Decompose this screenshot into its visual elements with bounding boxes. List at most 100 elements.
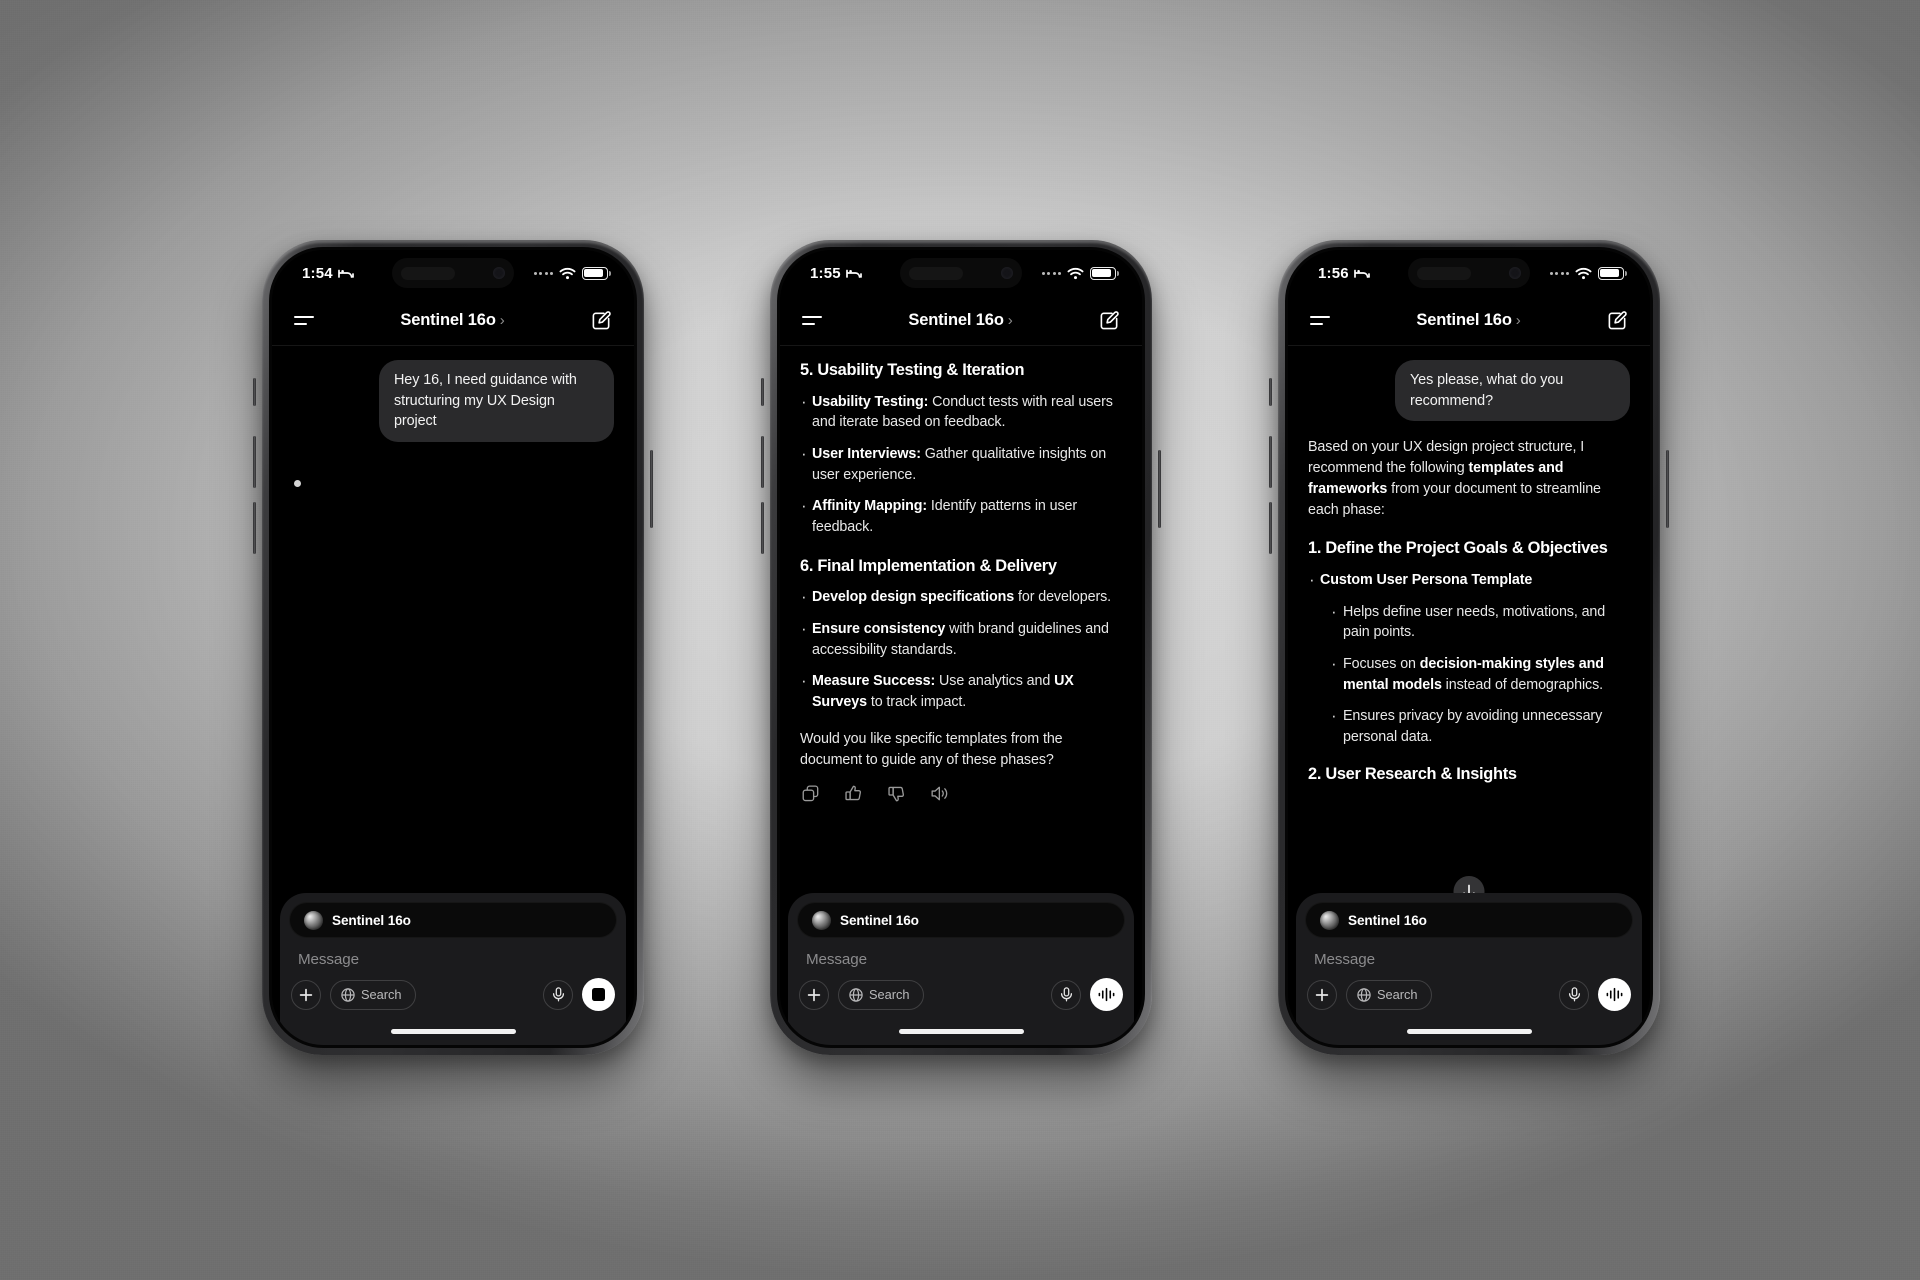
thumbs-down-icon[interactable] [888,785,905,802]
add-attachment-button[interactable] [1307,979,1337,1010]
status-right [1041,266,1119,280]
plus-icon [1315,988,1329,1001]
volume-down-button[interactable] [253,502,256,554]
status-time: 1:55 [810,264,841,282]
section-6-list: Develop design specifications for develo… [800,585,1122,713]
power-button[interactable] [1666,450,1669,528]
message-input[interactable]: Message [1305,938,1633,968]
search-button-label: Search [1377,987,1418,1002]
chat-area: 5. Usability Testing & Iteration Usabili… [780,346,1142,893]
wifi-icon [1067,267,1084,279]
search-button[interactable]: Search [330,979,416,1010]
cellular-dots-icon [1549,271,1569,275]
menu-icon[interactable] [294,315,314,326]
context-chip-label: Sentinel 16o [840,912,919,928]
status-time: 1:56 [1318,264,1349,282]
context-chip[interactable]: Sentinel 16o [797,902,1125,938]
volume-up-button[interactable] [761,436,764,488]
list-item: Ensure consistency with brand guidelines… [800,617,1122,660]
composer: Sentinel 16o Message Search [1296,893,1642,1023]
compose-icon[interactable] [1607,310,1628,331]
list-item-lead: User Interviews: [812,445,921,462]
compose-icon[interactable] [1099,310,1120,331]
page-title[interactable]: Sentinel 16o › [400,311,504,330]
status-left: 1:55 [810,265,862,282]
chevron-right-icon: › [1007,312,1013,329]
assistant-intro: Based on your UX design project structur… [1308,437,1630,520]
plus-icon [807,988,821,1001]
volume-down-button[interactable] [1269,502,1272,554]
cellular-dots-icon [1041,271,1061,275]
silent-switch[interactable] [253,378,256,406]
phone-screen-2: 1:55 Sentinel 16o › 5. Usability Testing… [780,250,1142,1045]
nav-bar: Sentinel 16o › [1288,296,1650,346]
composer: Sentinel 16o Message Search [788,893,1134,1023]
menu-icon[interactable] [1310,315,1330,326]
thumbs-up-icon[interactable] [845,785,862,802]
typing-indicator [294,480,301,488]
power-button[interactable] [650,450,653,528]
mic-button[interactable] [1051,979,1081,1010]
message-input[interactable]: Message [797,938,1125,968]
home-indicator [280,1023,626,1045]
phone-bezel: 1:55 Sentinel 16o › 5. Usability Testing… [777,247,1145,1048]
search-button[interactable]: Search [1346,979,1432,1010]
silent-switch[interactable] [761,378,764,406]
page-title[interactable]: Sentinel 16o › [1416,311,1520,330]
mic-button[interactable] [543,979,573,1010]
section-heading-5: 5. Usability Testing & Iteration [800,361,1025,379]
voice-mode-button[interactable] [1598,978,1631,1011]
list-item: Develop design specifications for develo… [800,585,1122,609]
page-title[interactable]: Sentinel 16o › [908,311,1012,330]
voice-mode-button[interactable] [1090,978,1123,1011]
power-button[interactable] [1158,450,1161,528]
volume-up-button[interactable] [253,436,256,488]
stop-button[interactable] [582,978,615,1011]
add-attachment-button[interactable] [799,979,829,1010]
volume-up-button[interactable] [1269,436,1272,488]
globe-icon [1357,987,1371,1002]
copy-icon[interactable] [802,785,819,802]
home-indicator [1296,1023,1642,1045]
list-item-mid: Use analytics and [935,673,1055,690]
nav-title-label: Sentinel 16o [1416,311,1512,329]
search-button[interactable]: Search [838,979,924,1010]
section-5-list: Usability Testing: Conduct tests with re… [800,389,1122,538]
sleep-focus-icon [337,269,354,278]
composer-tools-right [1051,978,1123,1011]
list-item-lead: Ensure consistency [812,621,946,638]
mic-button[interactable] [1559,979,1589,1010]
front-camera [493,267,505,279]
mic-icon [552,987,564,1002]
composer: Sentinel 16o Message Search [280,893,626,1023]
message-input[interactable]: Message [289,938,617,968]
wifi-icon [1575,267,1592,279]
context-chip[interactable]: Sentinel 16o [1305,902,1633,938]
volume-down-button[interactable] [761,502,764,554]
sub-post: instead of demographics. [1441,676,1604,693]
chevron-right-icon: › [499,312,505,329]
section-1-list: Custom User Persona Template Helps defin… [1308,568,1630,748]
nav-title-label: Sentinel 16o [908,311,1004,329]
voice-waveform-icon [1606,987,1623,1002]
avatar [1320,910,1339,930]
front-camera [1509,267,1521,279]
user-message-row: Hey 16, I need guidance with structuring… [292,360,614,443]
composer-tools: Search [289,968,617,1023]
phone-3: 1:56 Sentinel 16o › Yes please, what do … [1269,240,1669,1055]
mic-icon [1568,987,1580,1002]
composer-tools-right [543,978,615,1011]
context-chip[interactable]: Sentinel 16o [289,902,617,938]
sleep-focus-icon [1353,269,1370,278]
globe-icon [341,987,355,1002]
silent-switch[interactable] [1269,378,1272,406]
search-button-label: Search [361,987,402,1002]
menu-icon[interactable] [802,315,822,326]
add-attachment-button[interactable] [291,979,321,1010]
status-bar: 1:56 [1288,250,1650,296]
scroll-to-bottom-button[interactable] [1453,876,1485,893]
phone-2: 1:55 Sentinel 16o › 5. Usability Testing… [761,240,1161,1055]
speaker-icon[interactable] [931,785,949,802]
compose-icon[interactable] [591,310,612,331]
phone-bezel: 1:56 Sentinel 16o › Yes please, what do … [1285,247,1653,1048]
